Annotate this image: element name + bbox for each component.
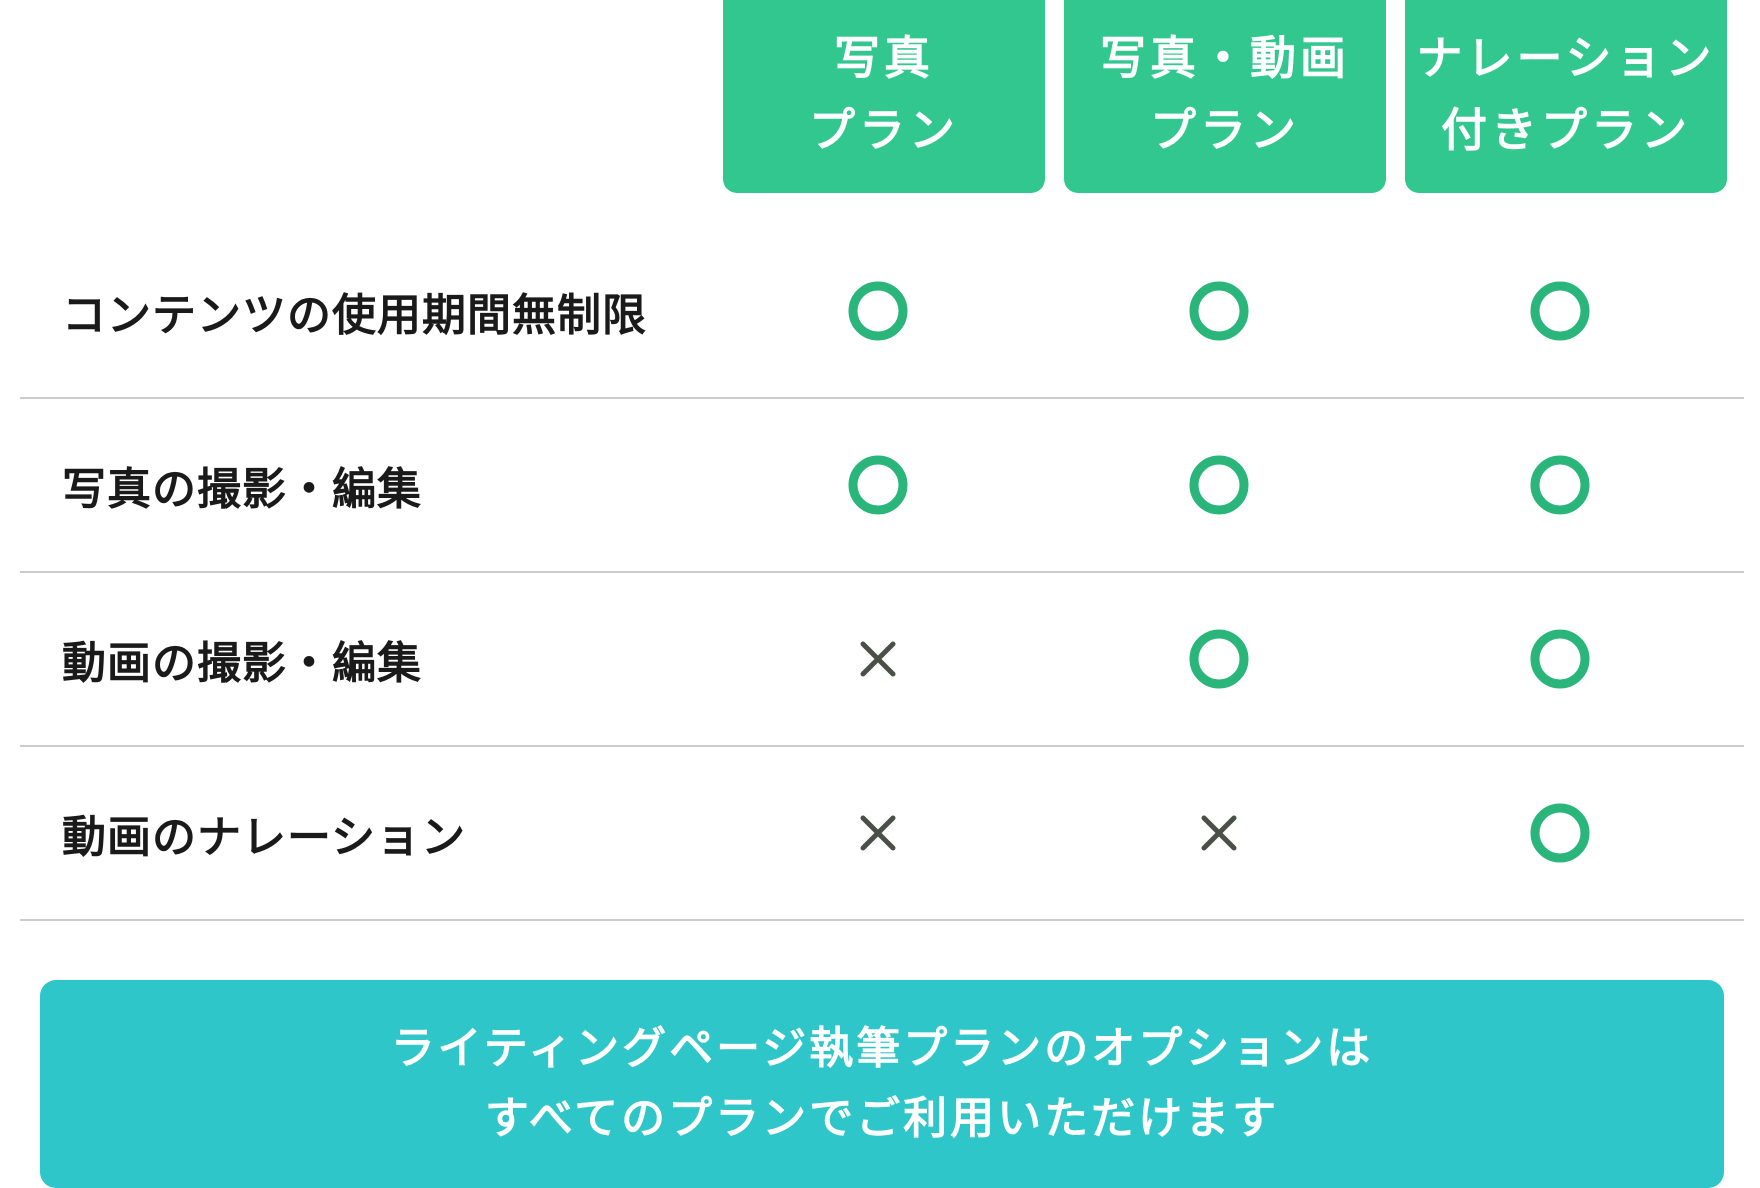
circle-icon xyxy=(1530,629,1590,689)
circle-icon xyxy=(1189,629,1249,689)
plan-title-line1: 写真・動画 xyxy=(1100,30,1350,85)
plan-header-narration: ナレーション 付きプラン xyxy=(1405,0,1727,193)
feature-label: コンテンツの使用期間無制限 xyxy=(62,290,647,341)
feature-row-unlimited-usage: コンテンツの使用期間無制限 xyxy=(20,225,1744,399)
availability-cell xyxy=(1188,802,1250,864)
availability-cell xyxy=(1188,280,1250,342)
notice-line1: ライティングページ執筆プランのオプションは xyxy=(390,1023,1374,1074)
feature-row-video-narration: 動画のナレーション xyxy=(20,747,1744,921)
availability-cell xyxy=(1529,280,1591,342)
availability-cell xyxy=(847,628,909,690)
notice-line2: すべてのプランでご利用いただけます xyxy=(484,1093,1280,1144)
plan-title-line2: プラン xyxy=(809,102,959,157)
availability-cell xyxy=(1188,454,1250,516)
availability-cell xyxy=(1529,454,1591,516)
circle-icon xyxy=(1530,803,1590,863)
plan-header-photo: 写真 プラン xyxy=(723,0,1045,193)
feature-label: 動画のナレーション xyxy=(62,812,467,863)
plan-title-line2: プラン xyxy=(1150,102,1300,157)
circle-icon xyxy=(1189,281,1249,341)
cross-icon xyxy=(1201,815,1237,851)
availability-cell xyxy=(1529,802,1591,864)
availability-cell xyxy=(847,454,909,516)
circle-icon xyxy=(848,455,908,515)
availability-cell xyxy=(847,802,909,864)
circle-icon xyxy=(1530,281,1590,341)
circle-icon xyxy=(1189,455,1249,515)
circle-icon xyxy=(1530,455,1590,515)
writing-option-notice: ライティングページ執筆プランのオプションは すべてのプランでご利用いただけます xyxy=(40,980,1724,1188)
feature-row-photo-shooting: 写真の撮影・編集 xyxy=(20,399,1744,573)
availability-cell xyxy=(1188,628,1250,690)
plan-title-line2: 付きプラン xyxy=(1441,102,1691,157)
feature-label: 動画の撮影・編集 xyxy=(62,638,422,689)
plan-title-line1: ナレーション xyxy=(1416,30,1716,85)
plan-header-photo-video: 写真・動画 プラン xyxy=(1064,0,1386,193)
availability-cell xyxy=(1529,628,1591,690)
cross-icon xyxy=(860,815,896,851)
feature-row-video-shooting: 動画の撮影・編集 xyxy=(20,573,1744,747)
availability-cell xyxy=(847,280,909,342)
plan-title-line1: 写真 xyxy=(834,30,934,85)
circle-icon xyxy=(848,281,908,341)
feature-label: 写真の撮影・編集 xyxy=(62,464,422,515)
cross-icon xyxy=(860,641,896,677)
